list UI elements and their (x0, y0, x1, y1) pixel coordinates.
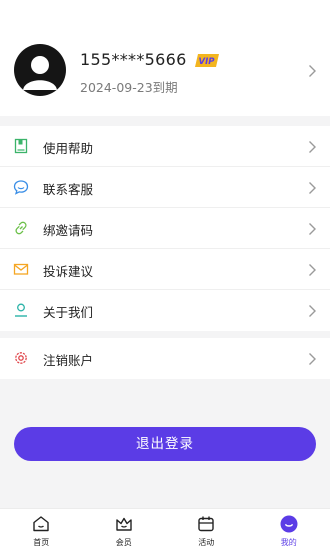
chevron-right-icon (309, 264, 316, 276)
menu-item-label: 投诉建议 (43, 264, 94, 279)
chevron-right-icon (309, 141, 316, 153)
tab-label: 我的 (280, 538, 297, 547)
menu-item-label: 注销账户 (43, 353, 94, 368)
phone-number: 155****5666 (80, 50, 187, 69)
menu-item-bind-invite-code[interactable]: 绑邀请码 (0, 208, 330, 249)
profile-face-icon (280, 515, 298, 533)
chevron-right-icon (309, 182, 316, 194)
chevron-right-icon (309, 353, 316, 365)
menu-item-label: 联系客服 (43, 182, 94, 197)
menu-item-label: 使用帮助 (43, 141, 94, 156)
menu-item-label: 关于我们 (43, 305, 94, 320)
avatar[interactable] (14, 44, 66, 96)
membership-expire-date: 2024-09-23到期 (80, 80, 178, 95)
chevron-right-icon (309, 65, 316, 77)
profile-header[interactable]: 155****5666 VIP 2024-09-23到期 (0, 0, 330, 116)
chevron-right-icon (309, 305, 316, 317)
menu-group-account: 注销账户 (0, 338, 330, 379)
gear-icon (15, 352, 27, 364)
logout-button[interactable]: 退出登录 (14, 427, 316, 461)
help-book-icon (14, 138, 28, 154)
tab-membership[interactable]: 会员 (83, 509, 166, 550)
menu-item-customer-service[interactable]: 联系客服 (0, 167, 330, 208)
tab-label: 会员 (115, 538, 132, 547)
tab-label: 活动 (198, 538, 215, 547)
menu-item-label: 绑邀请码 (43, 223, 94, 238)
person-icon (15, 303, 27, 317)
menu-item-about-us[interactable]: 关于我们 (0, 290, 330, 331)
bottom-tab-bar: 首页 会员 活动 我的 (0, 508, 330, 550)
tab-label: 首页 (33, 538, 50, 547)
tab-activity[interactable]: 活动 (165, 509, 248, 550)
link-icon (15, 221, 27, 235)
tab-mine[interactable]: 我的 (248, 509, 330, 550)
home-icon (33, 516, 49, 532)
menu-item-complaints[interactable]: 投诉建议 (0, 249, 330, 290)
menu-item-delete-account[interactable]: 注销账户 (0, 338, 330, 379)
menu-group-main: 使用帮助 联系客服 绑邀请码 投诉建议 关于我们 (0, 126, 330, 331)
menu-item-help[interactable]: 使用帮助 (0, 126, 330, 167)
vip-badge-icon: VIP (195, 54, 219, 67)
vip-badge-text: VIP (199, 57, 216, 67)
calendar-icon (198, 516, 214, 532)
envelope-icon (13, 263, 29, 275)
crown-icon (116, 517, 132, 531)
tab-home[interactable]: 首页 (0, 509, 83, 550)
chat-bubble-icon (13, 180, 29, 195)
chevron-right-icon (309, 223, 316, 235)
